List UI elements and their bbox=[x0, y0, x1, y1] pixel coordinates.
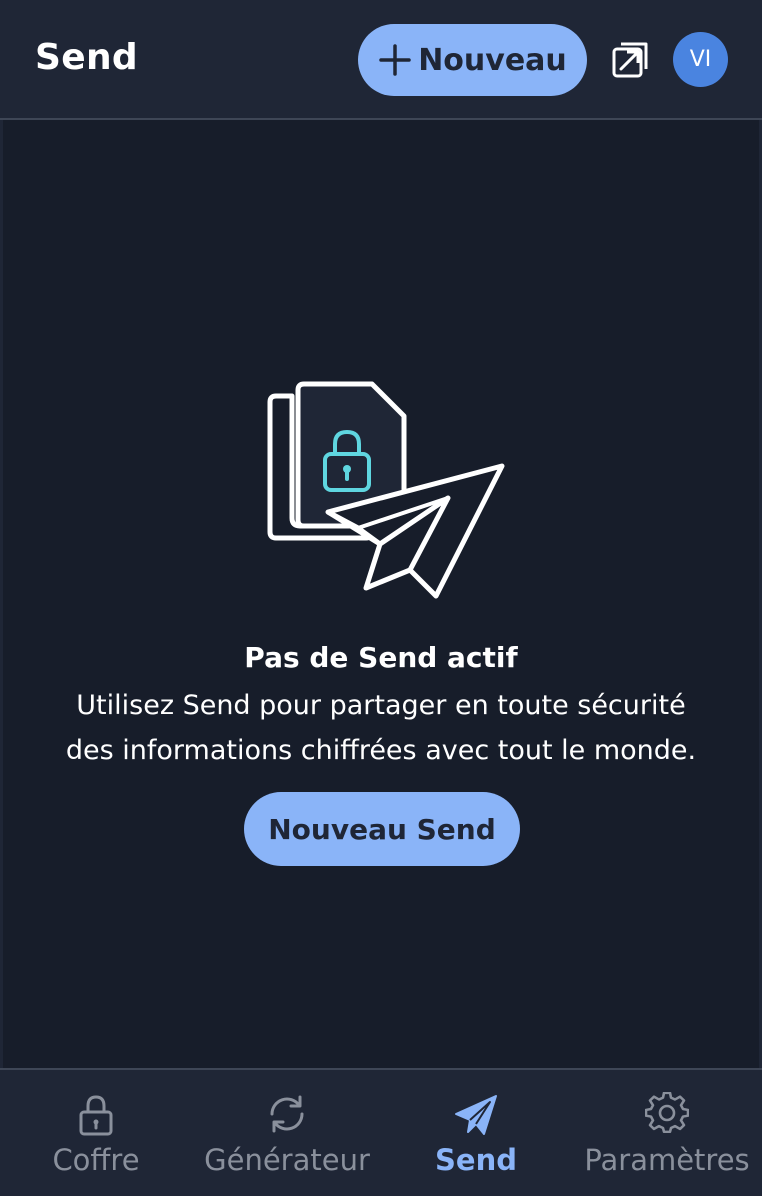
bottom-nav: Coffre Générateur Send Paramètres bbox=[0, 1068, 762, 1196]
empty-state-description: Utilisez Send pour partager en toute séc… bbox=[23, 683, 739, 773]
nav-label-send: Send bbox=[435, 1143, 517, 1177]
new-send-button[interactable]: Nouveau Send bbox=[244, 792, 520, 866]
page-title: Send bbox=[35, 37, 138, 78]
popout-icon[interactable] bbox=[611, 41, 649, 79]
nav-label-vault: Coffre bbox=[52, 1143, 140, 1177]
nav-label-generator: Générateur bbox=[204, 1143, 370, 1177]
plus-icon bbox=[379, 44, 411, 76]
lock-icon bbox=[79, 1095, 113, 1136]
nav-item-generator[interactable]: Générateur bbox=[197, 1070, 377, 1196]
empty-state-description-line1: Utilisez Send pour partager en toute séc… bbox=[76, 690, 686, 721]
avatar[interactable]: VI bbox=[673, 32, 728, 87]
paper-plane-icon bbox=[455, 1095, 497, 1135]
nav-label-settings: Paramètres bbox=[584, 1143, 750, 1177]
nav-item-send[interactable]: Send bbox=[416, 1070, 536, 1196]
nav-item-settings[interactable]: Paramètres bbox=[582, 1070, 752, 1196]
new-button-label: Nouveau bbox=[418, 42, 567, 78]
main-content: Pas de Send actif Utilisez Send pour par… bbox=[3, 120, 759, 1068]
new-button[interactable]: Nouveau bbox=[358, 24, 587, 96]
empty-state-title: Pas de Send actif bbox=[244, 641, 518, 674]
header: Send Nouveau VI bbox=[0, 0, 762, 120]
refresh-icon bbox=[270, 1095, 304, 1133]
send-illustration-icon bbox=[267, 381, 505, 599]
app-window: Send Nouveau VI Pas de Send actif Utilis… bbox=[0, 0, 762, 1196]
nav-item-vault[interactable]: Coffre bbox=[36, 1070, 156, 1196]
empty-state-description-line2: des informations chiffrées avec tout le … bbox=[65, 735, 697, 766]
gear-icon bbox=[645, 1092, 689, 1134]
